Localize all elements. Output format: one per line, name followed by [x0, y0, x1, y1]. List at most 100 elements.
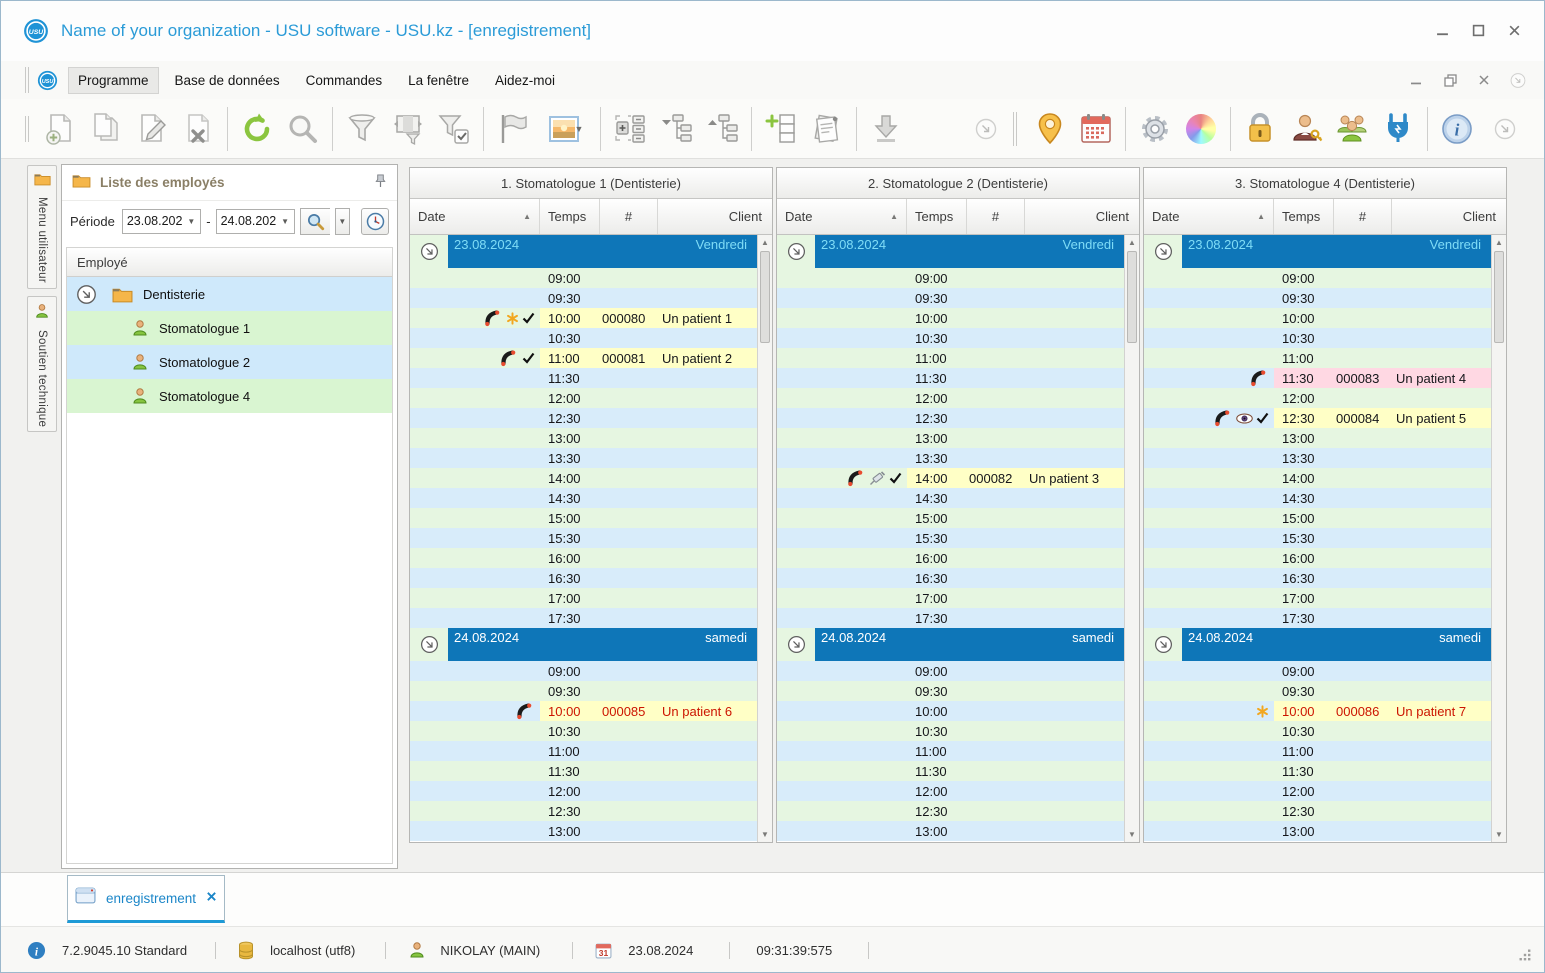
color-scheme-button[interactable]: [1178, 105, 1224, 153]
time-slot-row[interactable]: 11:00: [1144, 741, 1491, 761]
day-band-row[interactable]: 23.08.2024 Vendredi: [1144, 235, 1491, 268]
time-slot-row[interactable]: 13:30: [777, 448, 1124, 468]
sidebar-tab-menu-utilisateur[interactable]: Menu utilisateur: [27, 165, 57, 289]
delete-document-button[interactable]: [175, 105, 221, 153]
time-slot-row[interactable]: 11:30: [410, 761, 757, 781]
mdi-restore-button[interactable]: [1442, 73, 1458, 87]
scroll-down-icon[interactable]: ▼: [1492, 827, 1506, 842]
time-slot-row[interactable]: 09:00: [410, 661, 757, 681]
day-collapse-button[interactable]: [410, 235, 448, 268]
filter-button[interactable]: [339, 105, 385, 153]
plugins-button[interactable]: [1375, 105, 1421, 153]
info-button[interactable]: i: [1434, 105, 1480, 153]
flag-button[interactable]: [490, 105, 536, 153]
time-slot-row[interactable]: 13:30: [410, 448, 757, 468]
image-dropdown-icon[interactable]: ▼: [575, 124, 584, 134]
time-slot-row[interactable]: 09:30: [777, 681, 1124, 701]
day-band[interactable]: 23.08.2024 Vendredi: [448, 235, 757, 268]
vertical-scrollbar[interactable]: ▲ ▼: [1491, 235, 1506, 842]
time-slot-row[interactable]: 13:00: [410, 821, 757, 841]
time-slot-row[interactable]: 12:30: [777, 408, 1124, 428]
add-row-button[interactable]: [758, 105, 804, 153]
time-slot-row[interactable]: 09:00: [777, 268, 1124, 288]
tree-node-stomatologue-4[interactable]: Stomatologue 4: [67, 379, 392, 413]
collapse-node-icon[interactable]: [76, 284, 97, 305]
period-from-select[interactable]: 23.08.202 ▼: [121, 208, 202, 234]
scroll-up-icon[interactable]: ▲: [1492, 235, 1506, 250]
time-slot-row[interactable]: 10:00: [777, 308, 1124, 328]
column-header-date[interactable]: Date ▲: [1144, 199, 1274, 234]
column-header-client[interactable]: Client: [1025, 199, 1139, 234]
time-slot-row[interactable]: 09:30: [410, 288, 757, 308]
time-slot-row[interactable]: 15:00: [1144, 508, 1491, 528]
time-slot-row[interactable]: 11:30: [777, 761, 1124, 781]
appointment-row[interactable]: 11:00 000081 Un patient 2: [410, 348, 757, 368]
day-band[interactable]: 23.08.2024 Vendredi: [815, 235, 1124, 268]
scroll-down-icon[interactable]: ▼: [758, 827, 772, 842]
expand-tree-button[interactable]: [653, 105, 699, 153]
menu-item-la-fenetre[interactable]: La fenêtre: [398, 67, 479, 94]
sidebar-tab-soutien-technique[interactable]: Soutien technique: [27, 296, 57, 432]
mdi-scroll-down-icon[interactable]: [1510, 72, 1526, 88]
time-slot-row[interactable]: 17:30: [410, 608, 757, 628]
scroll-down-icon[interactable]: ▼: [1125, 827, 1139, 842]
close-button[interactable]: [1506, 23, 1522, 37]
time-slot-row[interactable]: 16:00: [410, 548, 757, 568]
time-slot-row[interactable]: 17:30: [777, 608, 1124, 628]
time-slot-row[interactable]: 11:00: [777, 348, 1124, 368]
column-header-number[interactable]: #: [600, 199, 658, 234]
time-slot-row[interactable]: 10:00: [1144, 308, 1491, 328]
menu-item-aidez-moi[interactable]: Aidez-moi: [485, 67, 565, 94]
appointment-row[interactable]: 10:00 000086 Un patient 7: [1144, 701, 1491, 721]
time-slot-row[interactable]: 11:30: [410, 368, 757, 388]
column-header-date[interactable]: Date ▲: [777, 199, 907, 234]
time-slot-row[interactable]: 12:00: [777, 388, 1124, 408]
tab-enregistrement[interactable]: enregistrement: [67, 875, 225, 923]
appointment-row[interactable]: 12:30 000084 Un patient 5: [1144, 408, 1491, 428]
time-slot-row[interactable]: 12:00: [410, 781, 757, 801]
time-slot-row[interactable]: 13:00: [777, 821, 1124, 841]
user-groups-button[interactable]: [1329, 105, 1375, 153]
search-options-button[interactable]: ▼: [334, 207, 351, 235]
column-header-client[interactable]: Client: [658, 199, 772, 234]
settings-button[interactable]: [1132, 105, 1178, 153]
time-slot-row[interactable]: 16:30: [410, 568, 757, 588]
collapse-tree-button[interactable]: [699, 105, 745, 153]
appointment-row[interactable]: 10:00 000085 Un patient 6: [410, 701, 757, 721]
day-band[interactable]: 24.08.2024 samedi: [1182, 628, 1491, 661]
time-slot-row[interactable]: 12:00: [777, 781, 1124, 801]
reports-button[interactable]: [804, 105, 850, 153]
column-header-temps[interactable]: Temps: [907, 199, 967, 234]
time-slot-row[interactable]: 09:00: [410, 268, 757, 288]
time-slot-row[interactable]: 14:30: [410, 488, 757, 508]
day-band[interactable]: 24.08.2024 samedi: [815, 628, 1124, 661]
time-slot-row[interactable]: 14:30: [777, 488, 1124, 508]
time-slot-row[interactable]: 10:30: [1144, 721, 1491, 741]
maximize-button[interactable]: [1470, 23, 1486, 37]
time-slot-row[interactable]: 17:30: [1144, 608, 1491, 628]
time-slot-row[interactable]: 09:00: [777, 661, 1124, 681]
time-slot-row[interactable]: 10:30: [1144, 328, 1491, 348]
download-button[interactable]: [863, 105, 909, 153]
day-collapse-button[interactable]: [777, 235, 815, 268]
time-slot-row[interactable]: 11:00: [777, 741, 1124, 761]
scroll-thumb[interactable]: [1494, 251, 1504, 343]
time-slot-row[interactable]: 17:00: [1144, 588, 1491, 608]
time-slot-row[interactable]: 12:00: [410, 388, 757, 408]
time-slot-row[interactable]: 16:30: [1144, 568, 1491, 588]
scroll-down-button[interactable]: [969, 105, 1003, 153]
image-preview-button[interactable]: ▼: [536, 105, 594, 153]
column-header-date[interactable]: Date ▲: [410, 199, 540, 234]
user-permissions-button[interactable]: [1283, 105, 1329, 153]
time-slot-row[interactable]: 10:30: [777, 721, 1124, 741]
day-band-row[interactable]: 24.08.2024 samedi: [410, 628, 757, 661]
menu-item-programme[interactable]: Programme: [68, 66, 159, 94]
vertical-scrollbar[interactable]: ▲ ▼: [1124, 235, 1139, 842]
day-collapse-button[interactable]: [1144, 628, 1182, 661]
column-header-temps[interactable]: Temps: [1274, 199, 1334, 234]
period-to-select[interactable]: 24.08.202 ▼: [215, 208, 295, 234]
time-slot-row[interactable]: 09:30: [1144, 681, 1491, 701]
day-collapse-button[interactable]: [777, 628, 815, 661]
appointment-row[interactable]: 14:00 000082 Un patient 3: [777, 468, 1124, 488]
time-slot-row[interactable]: 17:00: [777, 588, 1124, 608]
